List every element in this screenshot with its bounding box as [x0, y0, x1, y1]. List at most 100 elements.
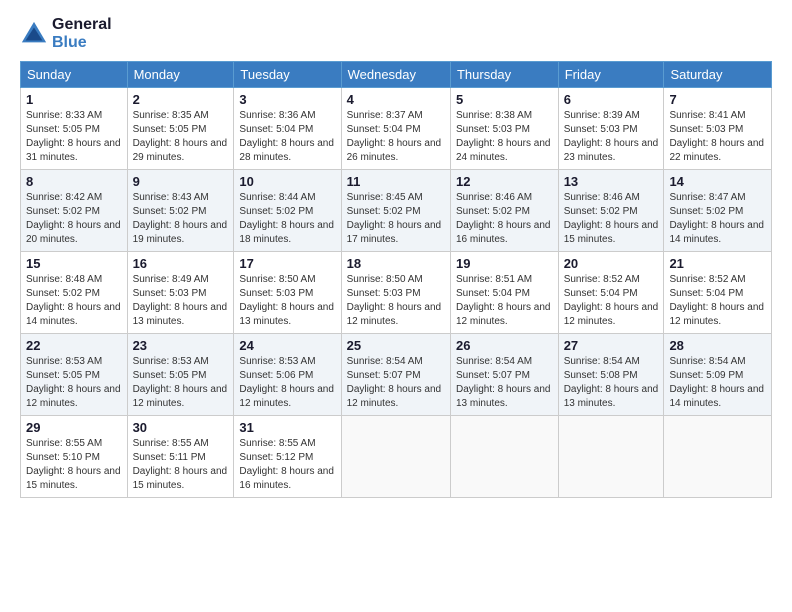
calendar-cell: 18 Sunrise: 8:50 AMSunset: 5:03 PMDayligh… — [341, 252, 450, 334]
calendar-cell: 17 Sunrise: 8:50 AMSunset: 5:03 PMDayligh… — [234, 252, 341, 334]
day-info: Sunrise: 8:47 AMSunset: 5:02 PMDaylight:… — [669, 191, 766, 247]
calendar-cell — [450, 416, 558, 498]
calendar-cell: 7 Sunrise: 8:41 AMSunset: 5:03 PMDaylight… — [664, 88, 772, 170]
calendar-week-row: 29 Sunrise: 8:55 AMSunset: 5:10 PMDayligh… — [21, 416, 772, 498]
day-number: 22 — [26, 338, 122, 353]
day-info: Sunrise: 8:37 AMSunset: 5:04 PMDaylight:… — [347, 109, 445, 165]
calendar-cell — [664, 416, 772, 498]
day-info: Sunrise: 8:55 AMSunset: 5:10 PMDaylight:… — [26, 437, 122, 493]
day-number: 30 — [133, 420, 229, 435]
weekday-header: Saturday — [664, 62, 772, 88]
day-info: Sunrise: 8:55 AMSunset: 5:11 PMDaylight:… — [133, 437, 229, 493]
day-number: 2 — [133, 92, 229, 107]
day-info: Sunrise: 8:35 AMSunset: 5:05 PMDaylight:… — [133, 109, 229, 165]
day-number: 21 — [669, 256, 766, 271]
day-number: 3 — [239, 92, 335, 107]
day-info: Sunrise: 8:54 AMSunset: 5:09 PMDaylight:… — [669, 355, 766, 411]
day-number: 19 — [456, 256, 553, 271]
calendar-cell: 26 Sunrise: 8:54 AMSunset: 5:07 PMDayligh… — [450, 334, 558, 416]
day-info: Sunrise: 8:53 AMSunset: 5:05 PMDaylight:… — [133, 355, 229, 411]
header: General Blue — [20, 16, 772, 51]
day-number: 18 — [347, 256, 445, 271]
calendar-cell: 15 Sunrise: 8:48 AMSunset: 5:02 PMDayligh… — [21, 252, 128, 334]
calendar-cell: 22 Sunrise: 8:53 AMSunset: 5:05 PMDayligh… — [21, 334, 128, 416]
calendar-cell: 1Sunrise: 8:33 AMSunset: 5:05 PMDaylight… — [21, 88, 128, 170]
day-number: 24 — [239, 338, 335, 353]
day-info: Sunrise: 8:53 AMSunset: 5:05 PMDaylight:… — [26, 355, 122, 411]
day-number: 9 — [133, 174, 229, 189]
calendar-cell: 28 Sunrise: 8:54 AMSunset: 5:09 PMDayligh… — [664, 334, 772, 416]
calendar-cell: 20Sunrise: 8:52 AMSunset: 5:04 PMDayligh… — [558, 252, 664, 334]
weekday-header: Monday — [127, 62, 234, 88]
calendar-cell: 13 Sunrise: 8:46 AMSunset: 5:02 PMDayligh… — [558, 170, 664, 252]
calendar-week-row: 1Sunrise: 8:33 AMSunset: 5:05 PMDaylight… — [21, 88, 772, 170]
calendar-week-row: 22 Sunrise: 8:53 AMSunset: 5:05 PMDayligh… — [21, 334, 772, 416]
day-info: Sunrise: 8:54 AMSunset: 5:07 PMDaylight:… — [347, 355, 445, 411]
calendar-cell: 19Sunrise: 8:51 AMSunset: 5:04 PMDayligh… — [450, 252, 558, 334]
calendar-cell: 10Sunrise: 8:44 AMSunset: 5:02 PMDayligh… — [234, 170, 341, 252]
calendar-table: SundayMondayTuesdayWednesdayThursdayFrid… — [20, 61, 772, 498]
day-number: 12 — [456, 174, 553, 189]
day-number: 7 — [669, 92, 766, 107]
day-number: 15 — [26, 256, 122, 271]
day-number: 28 — [669, 338, 766, 353]
calendar-cell: 12 Sunrise: 8:46 AMSunset: 5:02 PMDayligh… — [450, 170, 558, 252]
day-number: 16 — [133, 256, 229, 271]
calendar-cell: 5 Sunrise: 8:38 AMSunset: 5:03 PMDaylight… — [450, 88, 558, 170]
day-info: Sunrise: 8:43 AMSunset: 5:02 PMDaylight:… — [133, 191, 229, 247]
day-number: 26 — [456, 338, 553, 353]
calendar-cell: 14 Sunrise: 8:47 AMSunset: 5:02 PMDayligh… — [664, 170, 772, 252]
day-info: Sunrise: 8:45 AMSunset: 5:02 PMDaylight:… — [347, 191, 445, 247]
day-info: Sunrise: 8:48 AMSunset: 5:02 PMDaylight:… — [26, 273, 122, 329]
calendar-cell: 23 Sunrise: 8:53 AMSunset: 5:05 PMDayligh… — [127, 334, 234, 416]
calendar-cell: 11 Sunrise: 8:45 AMSunset: 5:02 PMDayligh… — [341, 170, 450, 252]
logo-icon — [20, 20, 48, 48]
calendar-cell: 29 Sunrise: 8:55 AMSunset: 5:10 PMDayligh… — [21, 416, 128, 498]
day-number: 14 — [669, 174, 766, 189]
logo: General Blue — [20, 16, 112, 51]
day-info: Sunrise: 8:53 AMSunset: 5:06 PMDaylight:… — [239, 355, 335, 411]
day-number: 6 — [564, 92, 659, 107]
calendar-cell — [558, 416, 664, 498]
calendar-cell: 16 Sunrise: 8:49 AMSunset: 5:03 PMDayligh… — [127, 252, 234, 334]
day-number: 29 — [26, 420, 122, 435]
day-info: Sunrise: 8:46 AMSunset: 5:02 PMDaylight:… — [564, 191, 659, 247]
day-number: 23 — [133, 338, 229, 353]
day-info: Sunrise: 8:50 AMSunset: 5:03 PMDaylight:… — [347, 273, 445, 329]
day-number: 13 — [564, 174, 659, 189]
calendar-cell: 30 Sunrise: 8:55 AMSunset: 5:11 PMDayligh… — [127, 416, 234, 498]
day-info: Sunrise: 8:42 AMSunset: 5:02 PMDaylight:… — [26, 191, 122, 247]
calendar-cell: 25 Sunrise: 8:54 AMSunset: 5:07 PMDayligh… — [341, 334, 450, 416]
calendar-cell — [341, 416, 450, 498]
weekday-header: Thursday — [450, 62, 558, 88]
day-number: 5 — [456, 92, 553, 107]
day-info: Sunrise: 8:41 AMSunset: 5:03 PMDaylight:… — [669, 109, 766, 165]
day-info: Sunrise: 8:49 AMSunset: 5:03 PMDaylight:… — [133, 273, 229, 329]
day-info: Sunrise: 8:54 AMSunset: 5:07 PMDaylight:… — [456, 355, 553, 411]
day-info: Sunrise: 8:38 AMSunset: 5:03 PMDaylight:… — [456, 109, 553, 165]
day-info: Sunrise: 8:52 AMSunset: 5:04 PMDaylight:… — [564, 273, 659, 329]
calendar-cell: 4 Sunrise: 8:37 AMSunset: 5:04 PMDaylight… — [341, 88, 450, 170]
day-number: 8 — [26, 174, 122, 189]
day-info: Sunrise: 8:52 AMSunset: 5:04 PMDaylight:… — [669, 273, 766, 329]
calendar-week-row: 8 Sunrise: 8:42 AMSunset: 5:02 PMDaylight… — [21, 170, 772, 252]
weekday-header: Wednesday — [341, 62, 450, 88]
day-info: Sunrise: 8:36 AMSunset: 5:04 PMDaylight:… — [239, 109, 335, 165]
day-info: Sunrise: 8:46 AMSunset: 5:02 PMDaylight:… — [456, 191, 553, 247]
day-number: 4 — [347, 92, 445, 107]
calendar-cell: 21 Sunrise: 8:52 AMSunset: 5:04 PMDayligh… — [664, 252, 772, 334]
day-number: 25 — [347, 338, 445, 353]
calendar-cell: 9 Sunrise: 8:43 AMSunset: 5:02 PMDaylight… — [127, 170, 234, 252]
day-info: Sunrise: 8:50 AMSunset: 5:03 PMDaylight:… — [239, 273, 335, 329]
weekday-header-row: SundayMondayTuesdayWednesdayThursdayFrid… — [21, 62, 772, 88]
day-info: Sunrise: 8:39 AMSunset: 5:03 PMDaylight:… — [564, 109, 659, 165]
day-number: 17 — [239, 256, 335, 271]
day-number: 11 — [347, 174, 445, 189]
calendar-cell: 31Sunrise: 8:55 AMSunset: 5:12 PMDayligh… — [234, 416, 341, 498]
weekday-header: Friday — [558, 62, 664, 88]
calendar-week-row: 15 Sunrise: 8:48 AMSunset: 5:02 PMDayligh… — [21, 252, 772, 334]
day-number: 27 — [564, 338, 659, 353]
calendar-cell: 8 Sunrise: 8:42 AMSunset: 5:02 PMDaylight… — [21, 170, 128, 252]
calendar-cell: 3 Sunrise: 8:36 AMSunset: 5:04 PMDaylight… — [234, 88, 341, 170]
logo-text: General Blue — [52, 16, 112, 51]
